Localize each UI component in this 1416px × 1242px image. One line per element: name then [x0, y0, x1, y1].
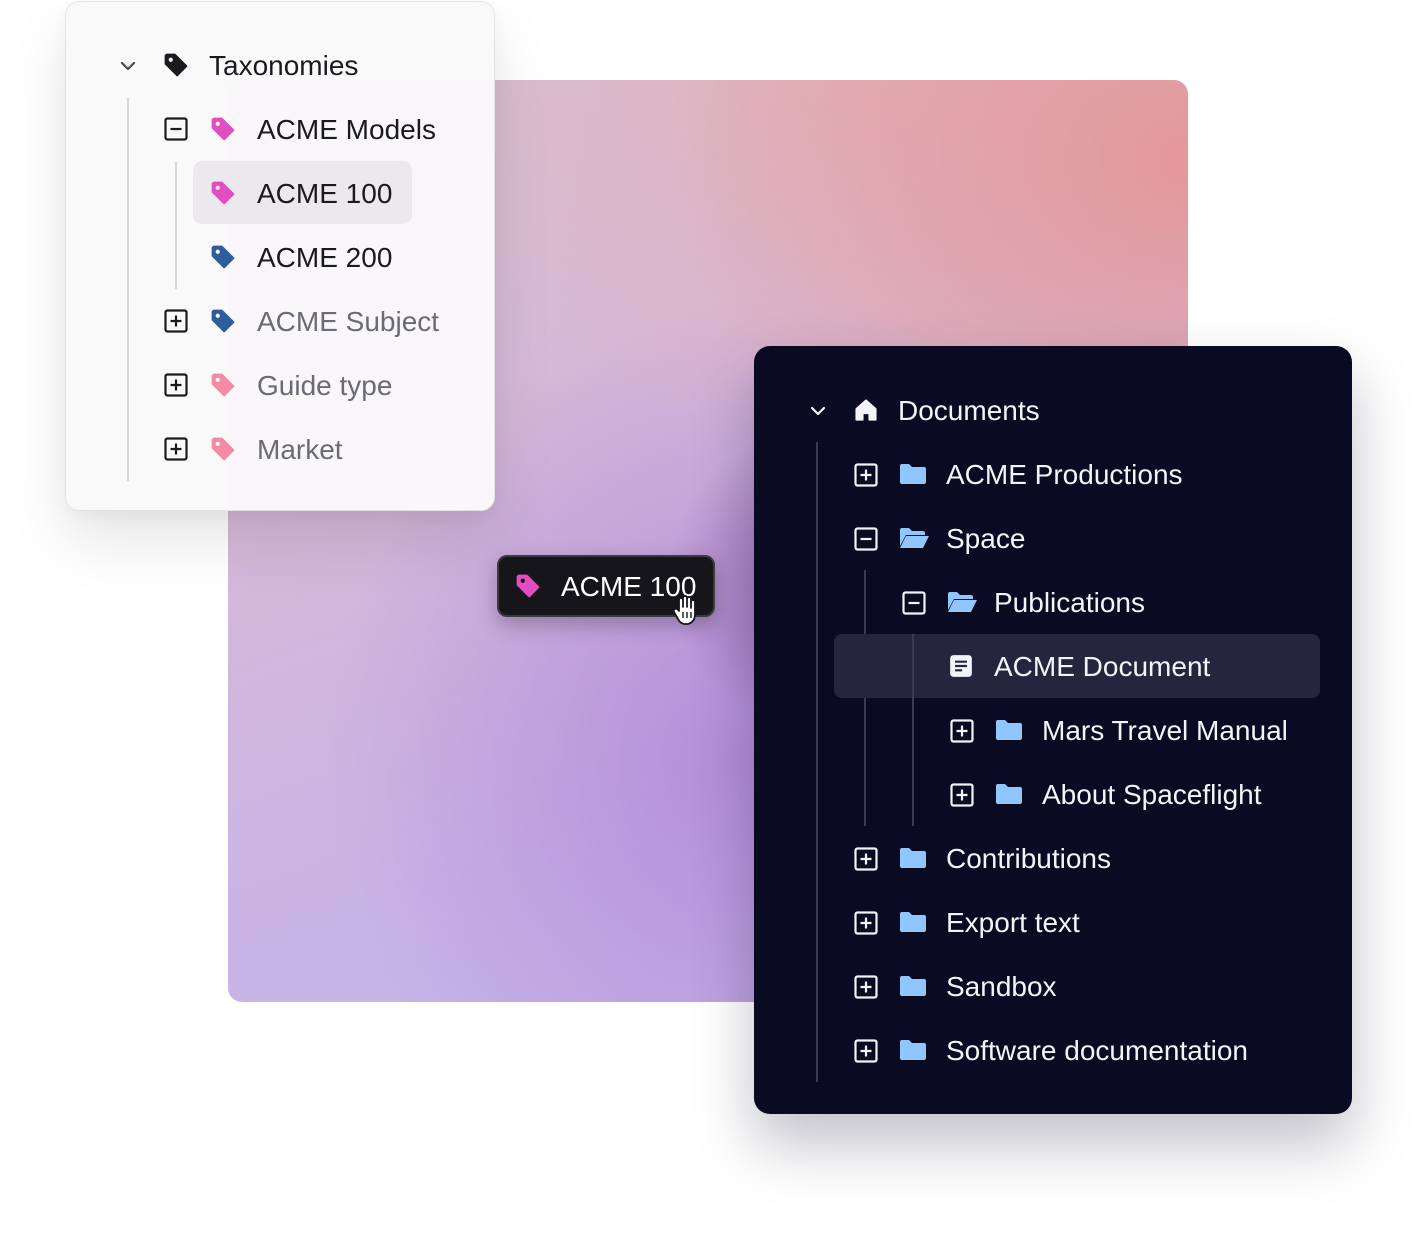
tree-item-label[interactable]: Mars Travel Manual: [1042, 717, 1288, 745]
tree-item-label[interactable]: Guide type: [257, 372, 392, 400]
collapse-minus-icon[interactable]: [163, 116, 189, 142]
tree-guide-line: [816, 442, 818, 1082]
expand-plus-icon[interactable]: [949, 718, 975, 744]
expand-plus-icon[interactable]: [853, 462, 879, 488]
expand-plus-icon[interactable]: [853, 974, 879, 1000]
folder-icon: [898, 460, 928, 488]
tree-item-label[interactable]: ACME Subject: [257, 308, 439, 336]
chevron-down-icon[interactable]: [116, 54, 140, 78]
expand-plus-icon[interactable]: [853, 910, 879, 936]
home-icon: [852, 396, 880, 424]
tree-item-label[interactable]: Sandbox: [946, 973, 1057, 1001]
expand-plus-icon[interactable]: [853, 1038, 879, 1064]
tag-icon: [208, 434, 238, 464]
documents-tree-panel: Documents ACME Productions Space Publica…: [754, 346, 1352, 1114]
tree-item-label[interactable]: ACME Models: [257, 116, 436, 144]
tree-item-label[interactable]: Software documentation: [946, 1037, 1248, 1065]
folder-icon: [898, 908, 928, 936]
tree-root-label[interactable]: Taxonomies: [209, 52, 358, 80]
tag-icon: [161, 50, 191, 80]
folder-icon: [994, 780, 1024, 808]
tag-icon: [208, 114, 238, 144]
folder-open-icon: [946, 588, 978, 616]
collapse-minus-icon[interactable]: [901, 590, 927, 616]
expand-plus-icon[interactable]: [853, 846, 879, 872]
tree-guide-line: [127, 98, 129, 481]
tree-item-label[interactable]: About Spaceflight: [1042, 781, 1262, 809]
tag-icon: [513, 571, 543, 601]
folder-icon: [994, 716, 1024, 744]
document-icon: [947, 652, 975, 680]
tree-item-label[interactable]: Space: [946, 525, 1025, 553]
tree-item-label[interactable]: ACME Document: [994, 653, 1210, 681]
tree-item-label[interactable]: Contributions: [946, 845, 1111, 873]
folder-open-icon: [898, 524, 930, 552]
grab-hand-icon: [672, 594, 702, 633]
tree-guide-line: [864, 570, 866, 826]
tree-guide-line: [175, 162, 177, 289]
folder-icon: [898, 972, 928, 1000]
collapse-minus-icon[interactable]: [853, 526, 879, 552]
folder-icon: [898, 1036, 928, 1064]
taxonomy-tree-panel: Taxonomies ACME Models ACME 100 ACME 200…: [65, 1, 495, 511]
tree-item-label[interactable]: ACME Productions: [946, 461, 1183, 489]
tree-item-label[interactable]: ACME 200: [257, 244, 392, 272]
tree-item-label[interactable]: Publications: [994, 589, 1145, 617]
tree-item-label[interactable]: Market: [257, 436, 343, 464]
expand-plus-icon[interactable]: [163, 372, 189, 398]
expand-plus-icon[interactable]: [163, 436, 189, 462]
tree-item-label[interactable]: ACME 100: [257, 180, 392, 208]
tree-guide-line: [912, 634, 914, 826]
expand-plus-icon[interactable]: [949, 782, 975, 808]
tag-icon: [208, 370, 238, 400]
tree-root-label[interactable]: Documents: [898, 397, 1040, 425]
chevron-down-icon[interactable]: [806, 399, 830, 423]
expand-plus-icon[interactable]: [163, 308, 189, 334]
tag-icon: [208, 306, 238, 336]
tag-icon: [208, 242, 238, 272]
tree-item-label[interactable]: Export text: [946, 909, 1080, 937]
tag-icon: [208, 178, 238, 208]
folder-icon: [898, 844, 928, 872]
